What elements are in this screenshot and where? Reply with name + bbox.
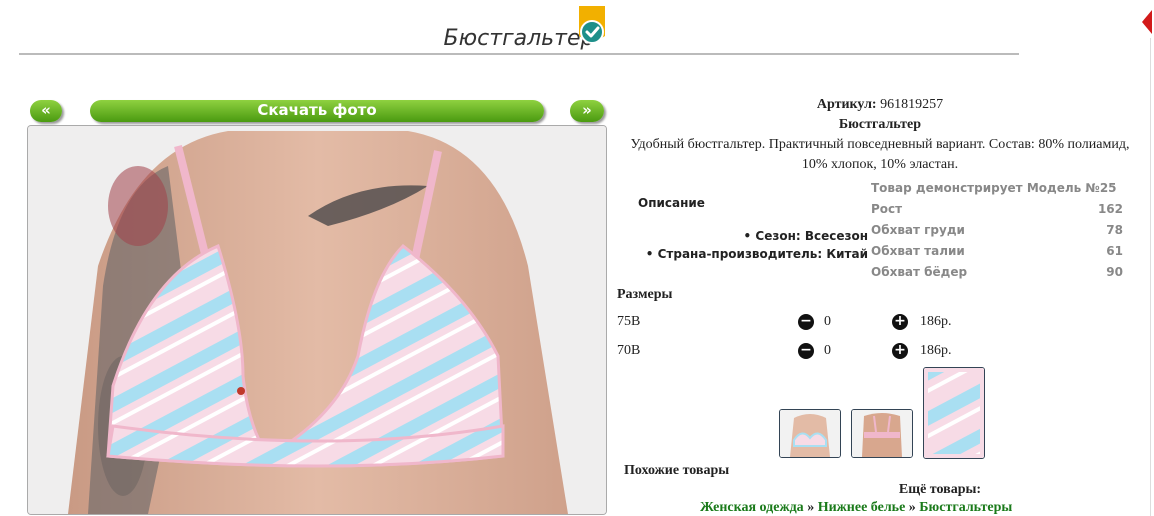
thumbnail-back[interactable] — [851, 409, 913, 458]
model-value: 78 — [1106, 223, 1123, 237]
breadcrumb-separator: » — [807, 500, 815, 515]
price-value: 186р. — [920, 343, 952, 358]
prev-photo-button[interactable]: « — [30, 100, 62, 122]
title-divider — [19, 53, 1019, 55]
details-title: Описание — [638, 196, 705, 210]
model-row: Обхват талии 61 — [871, 241, 1123, 262]
breadcrumb: Женская одежда » Нижнее белье » Бюстгаль… — [700, 500, 1120, 516]
right-divider — [1150, 38, 1151, 516]
plus-icon[interactable]: + — [892, 314, 908, 330]
verified-badge-icon — [579, 6, 605, 44]
article-label: Артикул: — [816, 97, 877, 112]
model-value: 90 — [1106, 265, 1123, 279]
size-label: 70B — [617, 343, 641, 358]
product-name: Бюстгальтер — [838, 117, 922, 132]
size-row: 70B − 0 + 186р. — [617, 341, 1017, 361]
minus-icon[interactable]: − — [798, 314, 814, 330]
model-value: 162 — [1097, 202, 1123, 216]
product-photo[interactable] — [27, 125, 607, 515]
article-line: Артикул: 961819257 — [620, 95, 1140, 115]
thumbnail-detail[interactable] — [923, 367, 985, 459]
list-item: Страна-производитель: Китай — [640, 245, 868, 263]
minus-icon[interactable]: − — [798, 343, 814, 359]
title-area: Бюстгальтер — [19, 10, 1019, 51]
next-photo-button[interactable]: » — [570, 100, 604, 122]
arrow-icon[interactable] — [1140, 8, 1154, 36]
plus-icon[interactable]: + — [892, 343, 908, 359]
details-list: Сезон: Всесезон Страна-производитель: Ки… — [640, 227, 868, 263]
model-label: Обхват талии — [871, 244, 965, 258]
model-row: Рост 162 — [871, 199, 1123, 220]
thumbnail-front[interactable] — [779, 409, 841, 458]
article-value: 961819257 — [880, 97, 944, 112]
product-description: Удобный бюстгальтер. Практичный повседне… — [630, 137, 1130, 172]
breadcrumb-separator: » — [908, 500, 916, 515]
model-row: Обхват груди 78 — [871, 220, 1123, 241]
sizes-title: Размеры — [617, 287, 673, 302]
download-photo-button[interactable]: Скачать фото — [90, 100, 544, 122]
model-value: 61 — [1106, 244, 1123, 258]
size-label: 75B — [617, 314, 641, 329]
product-info: Артикул: 961819257 Бюстгальтер — [620, 95, 1140, 135]
price-value: 186р. — [920, 314, 952, 329]
model-label: Рост — [871, 202, 903, 216]
model-heading: Товар демонстрирует Модель №25 — [871, 181, 1117, 195]
model-measurements: Товар демонстрирует Модель №25 Рост 162 … — [871, 178, 1123, 283]
more-products-label: Ещё товары: — [898, 482, 982, 497]
list-item: Сезон: Всесезон — [640, 227, 868, 245]
model-label: Обхват бёдер — [871, 265, 968, 279]
quantity-value: 0 — [824, 314, 831, 329]
page-title: Бюстгальтер — [443, 26, 595, 51]
model-label: Обхват груди — [871, 223, 965, 237]
breadcrumb-link-underwear[interactable]: Нижнее белье — [818, 500, 906, 515]
quantity-value: 0 — [824, 343, 831, 358]
similar-products-label: Похожие товары — [624, 463, 730, 478]
size-row: 75B − 0 + 186р. — [617, 312, 1017, 332]
model-row: Обхват бёдер 90 — [871, 262, 1123, 283]
breadcrumb-link-bras[interactable]: Бюстгальтеры — [919, 500, 1012, 515]
breadcrumb-link-womens[interactable]: Женская одежда — [700, 500, 804, 515]
